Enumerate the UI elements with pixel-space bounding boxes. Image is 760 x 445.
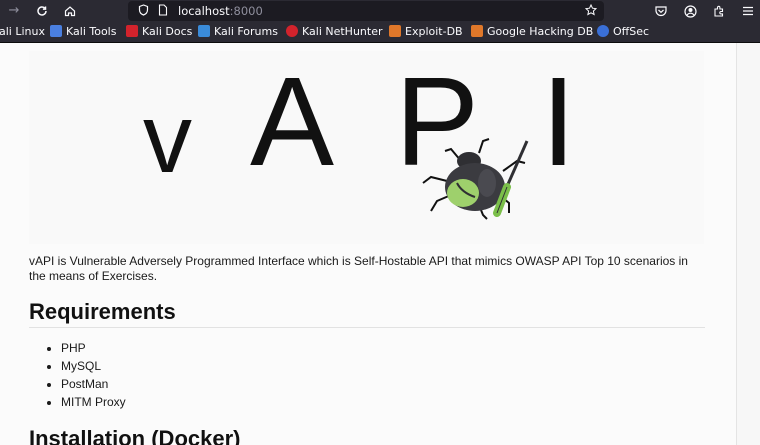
intro-paragraph: vAPI is Vulnerable Adversely Programmed …: [29, 254, 688, 283]
pocket-button[interactable]: [651, 1, 671, 21]
extensions-icon: [714, 5, 724, 17]
ghdb-icon: [471, 25, 483, 37]
bookmark-kali-linux[interactable]: ali Linux: [0, 25, 45, 39]
account-icon: [683, 5, 697, 18]
scrollbar[interactable]: [736, 43, 760, 445]
home-button[interactable]: [60, 1, 80, 21]
bookmarks-toolbar: ali Linux Kali Tools Kali Docs Kali Foru…: [0, 22, 760, 43]
bookmark-label: Kali Tools: [66, 25, 117, 38]
bookmark-label: Google Hacking DB: [487, 25, 594, 38]
bookmark-exploit-db[interactable]: Exploit-DB: [389, 25, 463, 39]
pocket-icon: [655, 6, 667, 17]
home-icon: [64, 6, 76, 17]
installation-heading: Installation (Docker): [29, 426, 241, 445]
url-host: localhost: [178, 4, 230, 18]
logo-letter-v: v: [143, 83, 192, 193]
bookmark-label: OffSec: [613, 25, 650, 38]
extensions-button[interactable]: [709, 1, 729, 21]
bookmark-google-hacking-db[interactable]: Google Hacking DB: [471, 25, 593, 39]
bookmark-label: ali Linux: [0, 25, 45, 38]
bookmark-kali-tools[interactable]: Kali Tools: [50, 25, 116, 39]
url-port: :8000: [229, 4, 263, 18]
kali-tools-icon: [50, 25, 62, 37]
shield-icon[interactable]: [136, 4, 150, 18]
list-item: MITM Proxy: [61, 393, 126, 411]
reload-icon: [37, 6, 47, 16]
bookmark-label: Kali Forums: [214, 25, 278, 38]
bookmark-label: Kali NetHunter: [302, 25, 383, 38]
arrow-left-icon: →: [8, 3, 20, 18]
url-bar[interactable]: localhost:8000: [128, 1, 604, 21]
bug-screwdriver-icon: [422, 138, 529, 220]
url-text[interactable]: localhost:8000: [178, 4, 263, 18]
bookmark-kali-docs[interactable]: Kali Docs: [126, 25, 192, 39]
requirements-list: PHP MySQL PostMan MITM Proxy: [29, 339, 126, 411]
star-icon[interactable]: [584, 3, 598, 18]
account-button[interactable]: [680, 1, 700, 21]
section-divider: [29, 327, 705, 328]
kali-docs-icon: [126, 25, 138, 37]
bookmark-offsec[interactable]: OffSec: [597, 25, 649, 39]
page-icon: [156, 4, 170, 18]
menu-button[interactable]: [738, 1, 758, 21]
bookmark-kali-nethunter[interactable]: Kali NetHunter: [286, 25, 383, 39]
back-button[interactable]: →: [4, 1, 24, 21]
logo-letter-a: A: [250, 51, 335, 192]
list-item: MySQL: [61, 357, 126, 375]
offsec-icon: [597, 25, 609, 37]
vapi-logo-banner: v A P I: [29, 51, 704, 244]
list-item: PostMan: [61, 375, 126, 393]
kali-forums-icon: [198, 25, 210, 37]
bookmark-label: Exploit-DB: [405, 25, 463, 38]
exploit-db-icon: [389, 25, 401, 37]
bookmark-label: Kali Docs: [142, 25, 193, 38]
list-item: PHP: [61, 339, 126, 357]
logo-letter-i: I: [541, 51, 577, 192]
page-content: v A P I vAPI is Vulnerable Adversely Pro…: [0, 43, 736, 445]
reload-button[interactable]: [32, 1, 52, 21]
requirements-heading: Requirements: [29, 299, 176, 324]
bookmark-kali-forums[interactable]: Kali Forums: [198, 25, 278, 39]
nethunter-icon: [286, 25, 298, 37]
menu-icon: [743, 6, 753, 16]
browser-toolbar: → localhost:8000: [0, 0, 760, 22]
